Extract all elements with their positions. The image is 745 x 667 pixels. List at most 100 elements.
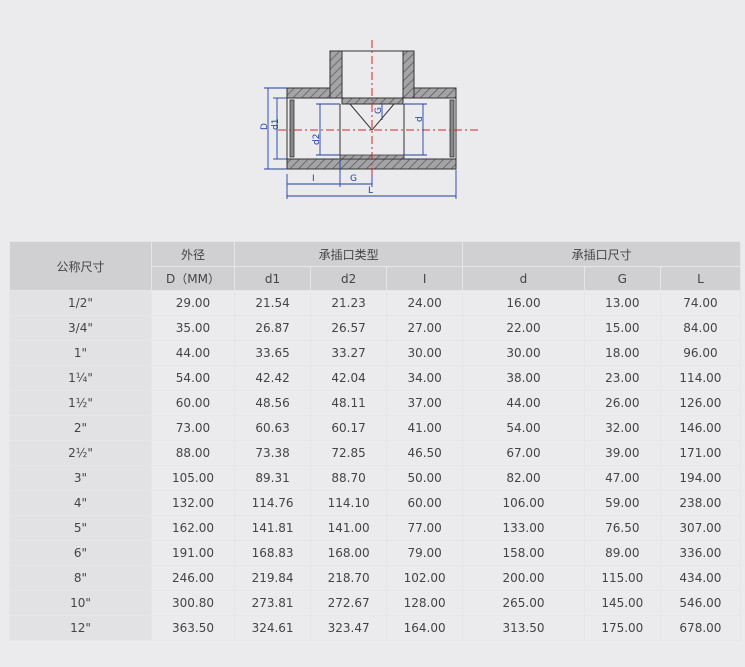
- table-cell: 678.00: [659, 615, 742, 641]
- row-nominal-size: 10": [9, 590, 152, 616]
- table-cell: 114.10: [310, 490, 388, 516]
- table-cell: 27.00: [386, 315, 464, 341]
- row-nominal-size: 2": [9, 415, 152, 441]
- table-cell: 76.50: [583, 515, 661, 541]
- table-cell: 106.00: [462, 490, 585, 516]
- table-row: 10" 300.80 273.81 272.67 128.00 265.00 145.00 5…: [9, 590, 742, 616]
- dim-label-G-vertical: G: [374, 107, 384, 114]
- table-cell: 26.57: [310, 315, 388, 341]
- table-row: 5" 162.00 141.81 141.00 77.00 133.00 76.50 307.…: [9, 515, 742, 541]
- table-cell: 313.50: [462, 615, 585, 641]
- spec-table-body: 1/2" 29.00 21.54 21.23 24.00 16.00 13.00 74.00 3…: [9, 290, 742, 641]
- table-cell: 37.00: [386, 390, 464, 416]
- subheader-G: G: [583, 266, 661, 291]
- table-cell: 128.00: [386, 590, 464, 616]
- table-row: 6" 191.00 168.83 168.00 79.00 158.00 89.00 336.…: [9, 540, 742, 566]
- table-cell: 60.00: [150, 390, 236, 416]
- table-cell: 60.00: [386, 490, 464, 516]
- row-nominal-size: 1/2": [9, 290, 152, 316]
- table-cell: 168.00: [310, 540, 388, 566]
- table-cell: 67.00: [462, 440, 585, 466]
- row-nominal-size: 2½": [9, 440, 152, 466]
- table-cell: 168.83: [234, 540, 312, 566]
- table-cell: 59.00: [583, 490, 661, 516]
- table-cell: 132.00: [150, 490, 236, 516]
- table-cell: 89.00: [583, 540, 661, 566]
- dim-label-G: G: [350, 174, 357, 184]
- table-cell: 41.00: [386, 415, 464, 441]
- table-cell: 26.87: [234, 315, 312, 341]
- header-socket-size: 承插口尺寸: [462, 241, 741, 267]
- table-cell: 307.00: [659, 515, 742, 541]
- table-cell: 336.00: [659, 540, 742, 566]
- table-cell: 191.00: [150, 540, 236, 566]
- table-cell: 30.00: [386, 340, 464, 366]
- table-cell: 146.00: [659, 415, 742, 441]
- table-cell: 33.27: [310, 340, 388, 366]
- table-cell: 77.00: [386, 515, 464, 541]
- dim-label-d1: d1: [271, 119, 281, 130]
- table-row: 1" 44.00 33.65 33.27 30.00 30.00 18.00 96.00: [9, 340, 742, 366]
- table-cell: 21.54: [234, 290, 312, 316]
- row-nominal-size: 6": [9, 540, 152, 566]
- table-cell: 324.61: [234, 615, 312, 641]
- table-cell: 114.76: [234, 490, 312, 516]
- table-cell: 171.00: [659, 440, 742, 466]
- subheader-I: I: [386, 266, 464, 291]
- table-cell: 42.42: [234, 365, 312, 391]
- subheader-d1: d1: [234, 266, 312, 291]
- table-cell: 102.00: [386, 565, 464, 591]
- table-cell: 82.00: [462, 465, 585, 491]
- table-cell: 218.70: [310, 565, 388, 591]
- table-cell: 48.56: [234, 390, 312, 416]
- table-cell: 363.50: [150, 615, 236, 641]
- table-cell: 42.04: [310, 365, 388, 391]
- dim-label-D: D: [260, 123, 270, 130]
- table-cell: 16.00: [462, 290, 585, 316]
- table-cell: 273.81: [234, 590, 312, 616]
- table-row: 2½" 88.00 73.38 72.85 46.50 67.00 39.00 171.00: [9, 440, 742, 466]
- table-cell: 272.67: [310, 590, 388, 616]
- table-row: 1½" 60.00 48.56 48.11 37.00 44.00 26.00 126.00: [9, 390, 742, 416]
- row-nominal-size: 8": [9, 565, 152, 591]
- table-cell: 24.00: [386, 290, 464, 316]
- table-row: 1/2" 29.00 21.54 21.23 24.00 16.00 13.00 74.00: [9, 290, 742, 316]
- table-cell: 60.63: [234, 415, 312, 441]
- table-cell: 60.17: [310, 415, 388, 441]
- table-cell: 126.00: [659, 390, 742, 416]
- table-row: 8" 246.00 219.84 218.70 102.00 200.00 115.00 43…: [9, 565, 742, 591]
- row-nominal-size: 1¼": [9, 365, 152, 391]
- table-cell: 74.00: [659, 290, 742, 316]
- table-cell: 115.00: [583, 565, 661, 591]
- table-cell: 30.00: [462, 340, 585, 366]
- table-cell: 200.00: [462, 565, 585, 591]
- header-socket-type: 承插口类型: [234, 241, 464, 267]
- table-cell: 21.23: [310, 290, 388, 316]
- header-outer-diameter: 外径: [150, 241, 236, 267]
- table-cell: 18.00: [583, 340, 661, 366]
- row-nominal-size: 1½": [9, 390, 152, 416]
- table-cell: 44.00: [462, 390, 585, 416]
- table-cell: 238.00: [659, 490, 742, 516]
- table-cell: 44.00: [150, 340, 236, 366]
- table-cell: 546.00: [659, 590, 742, 616]
- table-cell: 114.00: [659, 365, 742, 391]
- table-cell: 164.00: [386, 615, 464, 641]
- row-nominal-size: 12": [9, 615, 152, 641]
- row-nominal-size: 3": [9, 465, 152, 491]
- branch-wall-left: [329, 50, 343, 99]
- table-row: 2" 73.00 60.63 60.17 41.00 54.00 32.00 146.00: [9, 415, 742, 441]
- table-cell: 29.00: [150, 290, 236, 316]
- table-cell: 54.00: [150, 365, 236, 391]
- table-cell: 48.11: [310, 390, 388, 416]
- table-cell: 35.00: [150, 315, 236, 341]
- table-cell: 73.38: [234, 440, 312, 466]
- dim-label-I: I: [312, 174, 315, 184]
- row-nominal-size: 5": [9, 515, 152, 541]
- table-cell: 38.00: [462, 365, 585, 391]
- table-cell: 141.00: [310, 515, 388, 541]
- header-nominal-size: 公称尺寸: [9, 241, 152, 291]
- table-cell: 105.00: [150, 465, 236, 491]
- branch-wall-right: [402, 50, 415, 99]
- table-cell: 96.00: [659, 340, 742, 366]
